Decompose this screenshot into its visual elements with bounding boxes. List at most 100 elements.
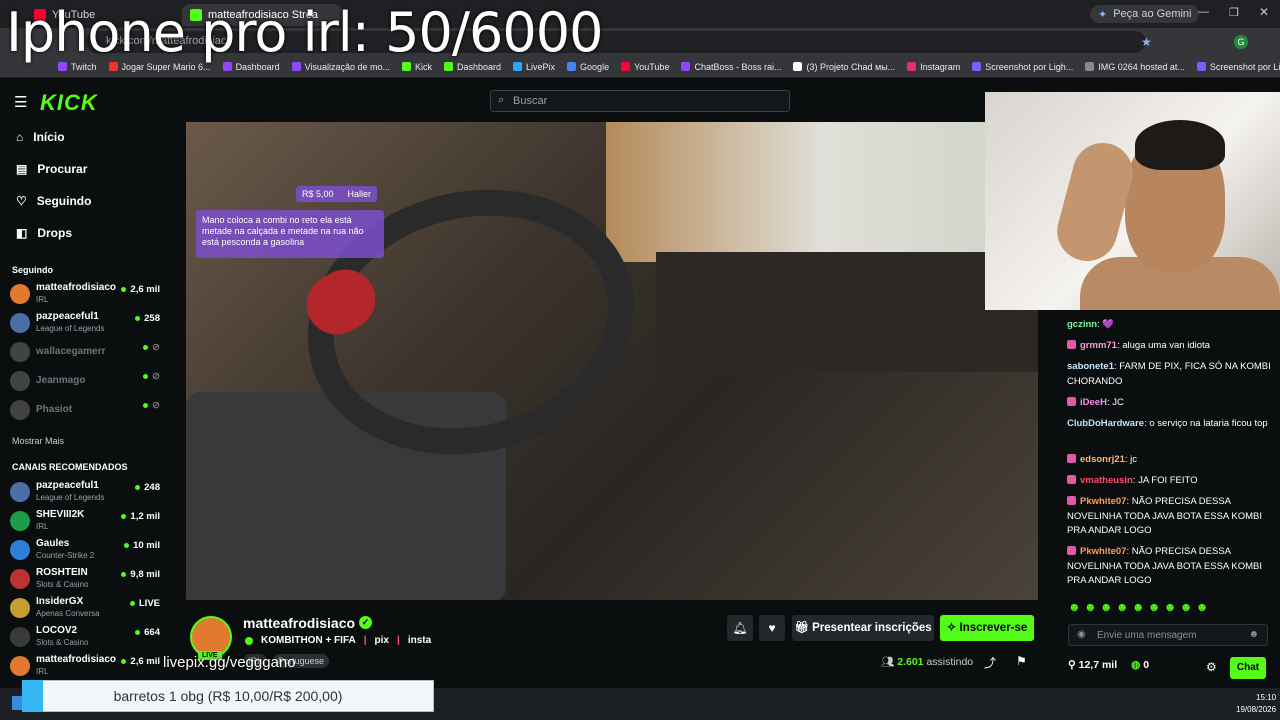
channel-item[interactable]: Phasiot ⊘	[10, 398, 160, 424]
channel-avatar	[10, 627, 30, 647]
follow-button[interactable]: ♥	[759, 615, 785, 641]
offline-icon: ⊘	[143, 371, 160, 382]
chat-username[interactable]: ClubDoHardware	[1067, 418, 1144, 429]
system-clock: 15:10 19/08/2026	[1236, 692, 1276, 716]
emoji-icon[interactable]: ☻	[1248, 629, 1259, 640]
channel-item[interactable]: ROSHTEIN Slots & Casino 9,8 mil	[10, 567, 160, 593]
bookmark-item[interactable]: Screenshot por Ligh...	[966, 62, 1079, 72]
gemini-icon: ✦	[1098, 8, 1108, 21]
nav-home[interactable]: ⌂ Início	[16, 130, 65, 144]
channel-avatar	[10, 482, 30, 502]
chat-username[interactable]: Pkwhite07	[1080, 546, 1126, 557]
channel-name: matteafrodisiaco	[36, 654, 117, 665]
channel-category: League of Legends	[36, 493, 105, 502]
channel-avatar	[10, 400, 30, 420]
video-player[interactable]: R$ 5,00 Haller Mano coloca a combi no re…	[186, 122, 1038, 600]
bookmark-label: ChatBoss - Boss rai...	[694, 61, 782, 72]
nav-drops[interactable]: ◧ Drops	[16, 226, 72, 240]
verified-icon: ✓	[359, 616, 372, 629]
bookmark-item[interactable]: Screenshot por Ligh...	[1191, 62, 1280, 72]
bookmark-star-icon[interactable]: ★	[1141, 35, 1152, 49]
channel-category: League of Legends	[36, 324, 105, 333]
bookmark-item[interactable]: (3) Projeto Chad мы...	[787, 62, 901, 72]
channel-avatar	[10, 540, 30, 560]
maximize-icon[interactable]: ❐	[1229, 6, 1239, 19]
channel-viewers: 10 mil	[124, 540, 160, 551]
share-icon[interactable]: ⤴	[984, 654, 996, 671]
bell-icon: 🔔︎	[732, 621, 748, 635]
bookmark-item[interactable]: Instagram	[901, 62, 966, 72]
nav-label: Procurar	[37, 162, 88, 176]
chat-text: aluga uma van idiota	[1122, 340, 1210, 351]
clock-time: 15:10	[1256, 693, 1277, 702]
followers-value: 12,7 mil	[1078, 659, 1118, 671]
offline-icon: ⊘	[143, 342, 160, 353]
heart-icon: ♥	[768, 621, 776, 635]
sub-badge-icon	[1067, 397, 1076, 406]
gemini-button[interactable]: ✦ Peça ao Gemini	[1090, 5, 1200, 23]
bookmark-label: IMG 0264 hosted at...	[1098, 61, 1185, 72]
channel-viewers: LIVE	[130, 598, 160, 609]
bookmark-item[interactable]: YouTube	[615, 62, 675, 72]
channel-item[interactable]: SHEVIII2K IRL 1,2 mil	[10, 509, 160, 535]
channel-item[interactable]: Gaules Counter-Strike 2 10 mil	[10, 538, 160, 564]
channel-item[interactable]: wallacegamerr ⊘	[10, 340, 160, 366]
chat-text: o serviço na lataria ficou top	[1149, 418, 1268, 429]
chat-username[interactable]: Pkwhite07	[1080, 496, 1126, 507]
chat-username[interactable]: gczinn	[1067, 319, 1097, 330]
bookmark-item[interactable]: ChatBoss - Boss rai...	[675, 62, 787, 72]
close-icon[interactable]: ✕	[1259, 5, 1269, 19]
report-icon[interactable]: ⚑	[1016, 654, 1027, 668]
channel-item[interactable]: LOCOV2 Slots & Casino 664	[10, 625, 160, 651]
bookmark-icon	[1085, 62, 1095, 71]
channel-avatar	[10, 284, 30, 304]
channel-item[interactable]: pazpeaceful1 League of Legends 248	[10, 480, 160, 506]
followers-count: ⚲ 12,7 mil	[1068, 659, 1117, 671]
show-more-link[interactable]: Mostrar Mais	[12, 436, 64, 446]
emote-bar[interactable]: ☻ ☻ ☻ ☻ ☻ ☻ ☻ ☻ ☻	[1068, 600, 1208, 614]
chat-send-button[interactable]: Chat	[1230, 657, 1266, 679]
bookmark-icon	[621, 62, 631, 71]
kick-logo[interactable]: KICK	[40, 90, 98, 116]
gift-subs-button[interactable]: 🎁︎ Presentear inscrições	[792, 615, 934, 641]
sub-badge-icon	[1067, 454, 1076, 463]
subscribe-button[interactable]: ✧ Inscrever-se	[940, 615, 1034, 641]
notification-bell-button[interactable]: 🔔︎	[727, 615, 753, 641]
chat-message: edsonrj21: jc	[1067, 453, 1272, 468]
sidebar: ⌂ Início ▤ Procurar ♡ Seguindo ◧ Drops Seguindo…	[0, 122, 168, 688]
browse-icon: ▤	[16, 162, 28, 176]
settings-icon[interactable]: ⚙	[1206, 660, 1217, 674]
chat-username[interactable]: edsonrj21	[1080, 454, 1125, 465]
channel-avatar	[10, 511, 30, 531]
chat-badge-icon[interactable]: ◉	[1077, 629, 1086, 640]
streamer-name[interactable]: matteafrodisiaco	[243, 615, 355, 631]
nav-browse[interactable]: ▤ Procurar	[16, 162, 87, 176]
nav-heart[interactable]: ♡ Seguindo	[16, 194, 91, 208]
bookmark-item[interactable]: IMG 0264 hosted at...	[1079, 62, 1191, 72]
minimize-icon[interactable]: —	[1198, 6, 1209, 18]
chat-message: sabonete1: FARM DE PIX, FICA SÓ NA KOMBI…	[1067, 360, 1272, 389]
chat-input[interactable]: ◉ Envie uma mensagem ☻	[1068, 624, 1268, 646]
channel-item[interactable]: Jeanmago ⊘	[10, 369, 160, 395]
channel-viewers: 2,6 mil	[121, 284, 160, 295]
chat-username[interactable]: iDeeH	[1080, 397, 1107, 408]
channel-item[interactable]: matteafrodisiaco IRL 2,6 mil	[10, 282, 160, 308]
channel-item[interactable]: pazpeaceful1 League of Legends 258	[10, 311, 160, 337]
bookmark-icon	[972, 62, 982, 71]
profile-avatar[interactable]: G	[1234, 35, 1248, 49]
webcam-overlay	[985, 92, 1280, 310]
people-icon: 👥︎	[881, 656, 898, 668]
chat-username[interactable]: sabonete1	[1067, 361, 1114, 372]
chat-username[interactable]: vmatheusin	[1080, 475, 1133, 486]
viewer-number: 2.601	[897, 656, 924, 668]
bookmark-label: Screenshot por Ligh...	[1209, 61, 1280, 72]
nav-label: Início	[33, 130, 65, 144]
chat-username[interactable]: grmm71	[1080, 340, 1117, 351]
channel-item[interactable]: matteafrodisiaco IRL 2,6 mil	[10, 654, 160, 680]
channel-category: Slots & Casino	[36, 638, 89, 647]
menu-icon[interactable]: ☰	[14, 93, 27, 111]
channel-name: Phasiot	[36, 404, 73, 415]
windshield	[606, 122, 1038, 262]
channel-item[interactable]: InsiderGX Apenas Conversa LIVE	[10, 596, 160, 622]
search-input[interactable]: ⌕ Buscar	[490, 90, 790, 112]
